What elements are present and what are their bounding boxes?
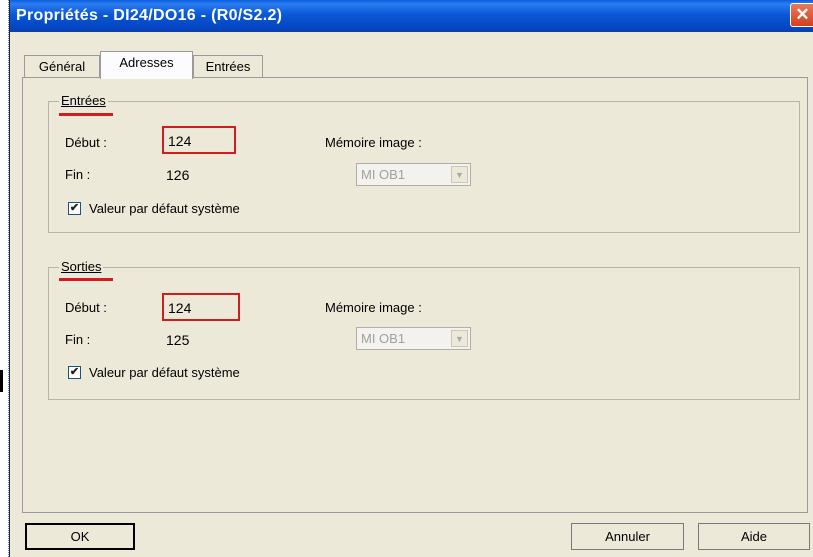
sorties-default-checkbox[interactable]: ✔ <box>68 366 81 379</box>
entrees-fin-value: 126 <box>166 167 190 183</box>
title-bar[interactable]: Propriétés - DI24/DO16 - (R0/S2.2) ✕ <box>10 0 813 32</box>
highlight-underline <box>59 113 113 116</box>
tab-general-label: Général <box>38 59 86 74</box>
entrees-debut-label: Début : <box>65 135 107 150</box>
entrees-memoire-value: MI OB1 <box>361 167 406 182</box>
tab-entrees-label: Entrées <box>205 59 251 74</box>
chevron-down-icon: ▼ <box>451 330 468 347</box>
cancel-button[interactable]: Annuler <box>571 523 684 550</box>
group-entrees: Entrées Début : 124 Mémoire image : Fin … <box>48 93 800 233</box>
group-sorties-legend: Sorties <box>59 259 104 274</box>
sorties-memoire-value: MI OB1 <box>361 331 406 346</box>
background-marker <box>0 370 3 392</box>
tab-general[interactable]: Général <box>24 55 100 77</box>
close-icon: ✕ <box>795 5 810 24</box>
group-sorties: Sorties Début : 124 Mémoire image : Fin … <box>48 259 800 400</box>
sorties-memoire-select[interactable]: MI OB1 ▼ <box>356 327 471 350</box>
group-entrees-legend: Entrées <box>59 93 108 108</box>
window-title: Propriétés - DI24/DO16 - (R0/S2.2) <box>16 7 283 24</box>
entrees-memoire-select[interactable]: MI OB1 ▼ <box>356 163 471 186</box>
background-strip <box>0 0 9 557</box>
highlight-underline <box>59 278 113 281</box>
ok-button-label: OK <box>70 529 90 544</box>
entrees-default-label: Valeur par défaut système <box>89 201 240 216</box>
tab-adresses-label: Adresses <box>119 55 174 70</box>
ok-button[interactable]: OK <box>25 523 135 550</box>
sorties-default-label: Valeur par défaut système <box>89 365 240 380</box>
entrees-fin-label: Fin : <box>65 167 91 182</box>
sorties-fin-label: Fin : <box>65 332 91 347</box>
cancel-button-label: Annuler <box>605 529 650 544</box>
entrees-default-checkbox[interactable]: ✔ <box>68 202 81 215</box>
entrees-debut-highlight: 124 <box>162 126 236 154</box>
tab-entrees[interactable]: Entrées <box>193 55 263 77</box>
sorties-debut-label: Début : <box>65 300 107 315</box>
sorties-debut-value: 124 <box>168 300 192 316</box>
sorties-fin-value: 125 <box>166 332 190 348</box>
entrees-memoire-label: Mémoire image : <box>325 135 422 150</box>
sorties-debut-highlight: 124 <box>162 293 240 321</box>
entrees-debut-value: 124 <box>168 133 192 149</box>
checkmark-icon: ✔ <box>69 366 80 378</box>
properties-dialog: Propriétés - DI24/DO16 - (R0/S2.2) ✕ Gén… <box>9 0 813 557</box>
sorties-memoire-label: Mémoire image : <box>325 300 422 315</box>
chevron-down-icon: ▼ <box>451 166 468 183</box>
checkmark-icon: ✔ <box>69 202 80 214</box>
close-button[interactable]: ✕ <box>790 3 813 27</box>
tab-adresses[interactable]: Adresses <box>100 51 193 79</box>
help-button[interactable]: Aide <box>698 523 810 550</box>
help-button-label: Aide <box>740 529 768 544</box>
